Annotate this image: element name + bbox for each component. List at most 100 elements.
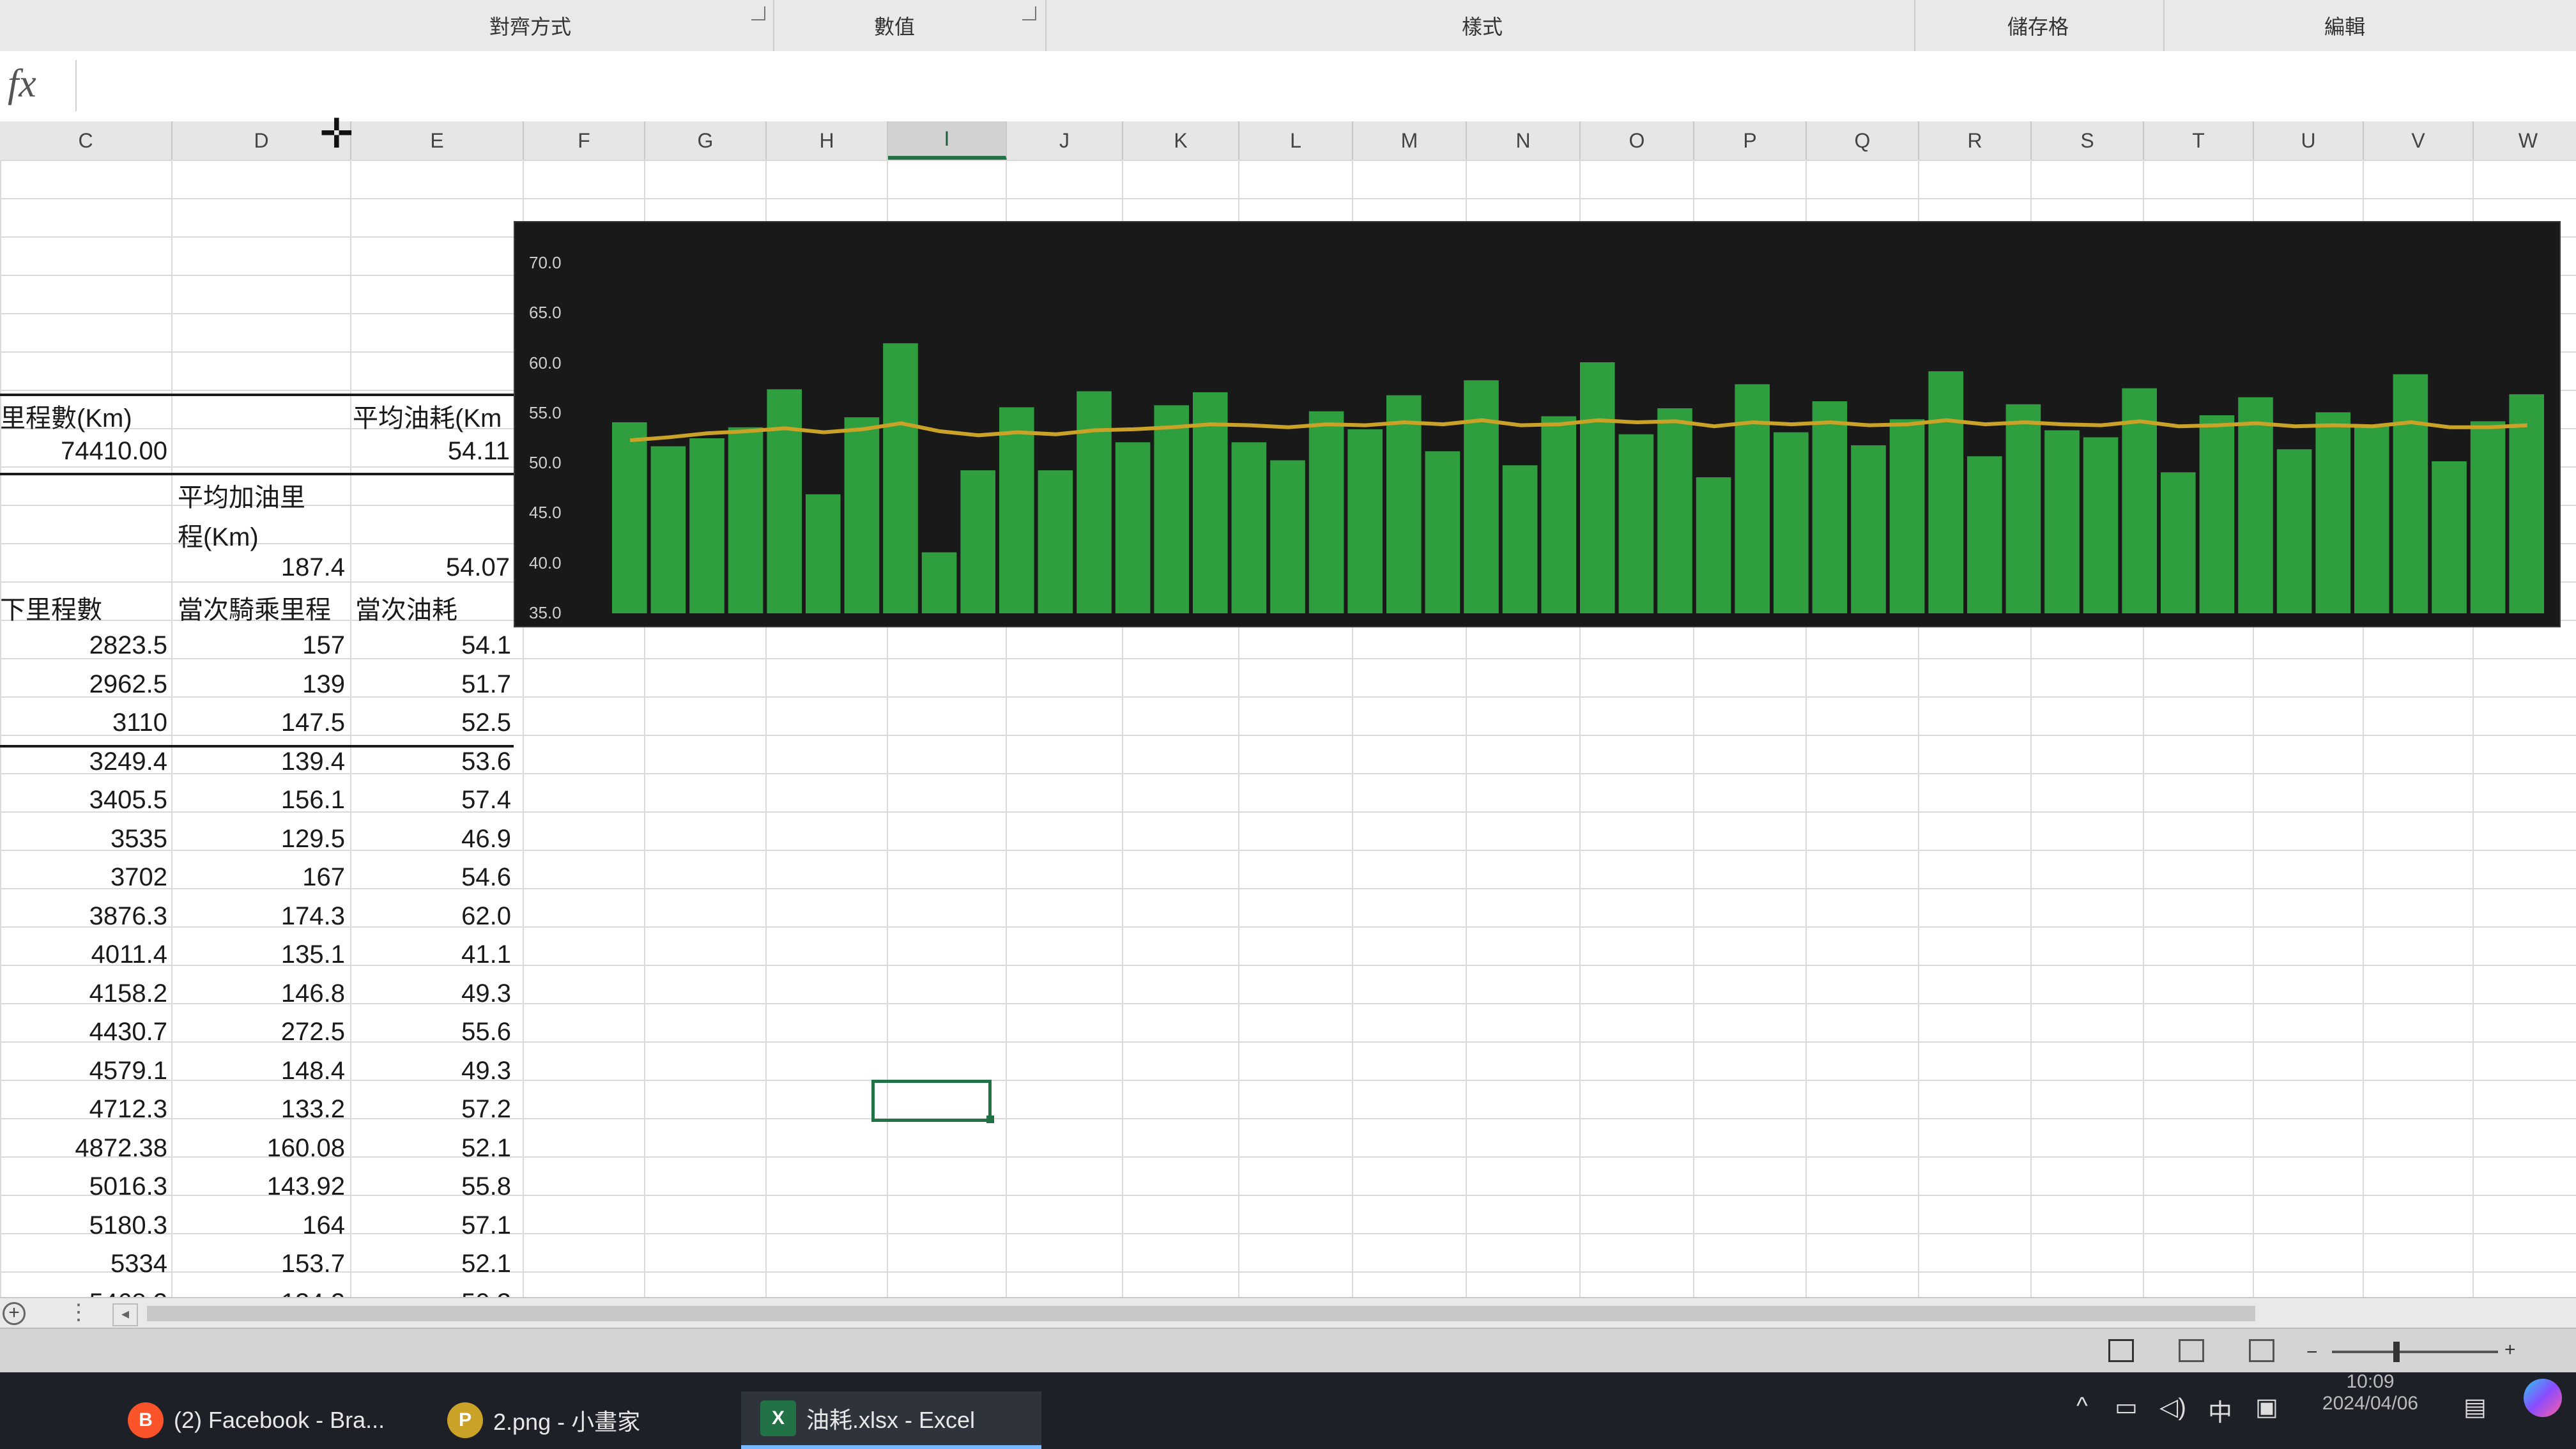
cell-odometer[interactable]: 3876.3	[0, 902, 167, 931]
cell-trip-consumption[interactable]: 46.9	[355, 825, 511, 854]
cell-odometer[interactable]: 3702	[0, 863, 167, 892]
ribbon-group-cells[interactable]: 儲存格	[1917, 0, 2159, 51]
cell-odometer[interactable]: 5334	[0, 1250, 167, 1278]
taskbar-clock[interactable]: 10:09 2024/04/06	[2313, 1371, 2428, 1414]
cell-odometer[interactable]: 3110	[0, 709, 167, 737]
cell-trip-mileage[interactable]: 157	[178, 631, 345, 660]
ribbon-group-number[interactable]: 數值	[799, 0, 990, 51]
scroll-left-icon[interactable]: ◂	[112, 1303, 138, 1326]
ime-indicator[interactable]: 中	[2208, 1393, 2232, 1428]
column-header-p[interactable]: P	[1694, 121, 1807, 160]
column-header-j[interactable]: J	[1007, 121, 1123, 160]
taskbar-item-facebook[interactable]: B (2) Facebook - Bra...	[128, 1392, 385, 1449]
cell-trip-consumption[interactable]: 55.6	[355, 1018, 511, 1046]
cell-trip-consumption[interactable]: 51.7	[355, 670, 511, 699]
zoom-slider-thumb[interactable]	[2393, 1342, 2400, 1362]
cell-trip-mileage[interactable]: 272.5	[178, 1018, 345, 1046]
cell-trip-mileage[interactable]: 135.1	[178, 940, 345, 969]
cell-trip-consumption[interactable]: 54.1	[355, 631, 511, 660]
cell-trip-mileage[interactable]: 164	[178, 1211, 345, 1240]
column-header-t[interactable]: T	[2144, 121, 2254, 160]
fill-handle[interactable]	[986, 1116, 994, 1123]
cell-trip-consumption[interactable]: 55.8	[355, 1172, 511, 1201]
cell-trip-mileage[interactable]: 134.2	[178, 1289, 345, 1298]
cell-trip-mileage[interactable]: 156.1	[178, 786, 345, 815]
cell-trip-consumption[interactable]: 54.6	[355, 863, 511, 892]
function-icon[interactable]: fx	[8, 61, 36, 107]
cell-odometer[interactable]: 4430.7	[0, 1018, 167, 1046]
cell-odometer[interactable]: 3535	[0, 825, 167, 854]
cell-trip-consumption[interactable]: 52.1	[355, 1250, 511, 1278]
cell-trip-mileage[interactable]: 139	[178, 670, 345, 699]
cell-trip-mileage[interactable]: 174.3	[178, 902, 345, 931]
cell-trip-consumption[interactable]: 57.4	[355, 786, 511, 815]
cell-trip-mileage[interactable]: 146.8	[178, 979, 345, 1008]
ribbon-group-alignment[interactable]: 對齊方式	[434, 0, 626, 51]
taskbar-item-paint[interactable]: P 2.png - 小畫家	[447, 1392, 640, 1449]
column-header-c[interactable]: C	[0, 121, 172, 160]
cell-trip-consumption[interactable]: 57.1	[355, 1211, 511, 1240]
cell-trip-mileage[interactable]: 147.5	[178, 709, 345, 737]
header-odometer[interactable]: 下里程數	[0, 589, 172, 626]
cell-odometer[interactable]: 5016.3	[0, 1172, 167, 1201]
avg-refuel-label[interactable]: 平均加油里	[178, 477, 350, 514]
header-trip-mileage[interactable]: 當次騎乘里程	[178, 589, 350, 626]
fuel-consumption-chart[interactable]: 70.0 65.0 60.0 55.0 50.0 45.0 40.0 35.0	[514, 221, 2561, 627]
avg-refuel-label-unit[interactable]: 程(Km)	[178, 516, 350, 553]
column-header-s[interactable]: S	[2032, 121, 2144, 160]
page-break-view-icon[interactable]	[2249, 1339, 2274, 1362]
volume-icon[interactable]: ◁)	[2159, 1393, 2186, 1422]
column-header-e[interactable]: E	[351, 121, 524, 160]
column-header-m[interactable]: M	[1353, 121, 1467, 160]
cell-trip-consumption[interactable]: 52.5	[355, 709, 511, 737]
cell-trip-mileage[interactable]: 148.4	[178, 1057, 345, 1085]
column-header-v[interactable]: V	[2364, 121, 2474, 160]
cell-odometer[interactable]: 3249.4	[0, 747, 167, 776]
copilot-icon[interactable]	[2524, 1379, 2562, 1417]
cell-odometer[interactable]: 5468.2	[0, 1289, 167, 1298]
ribbon-group-styles[interactable]: 樣式	[1367, 0, 1597, 51]
cell-trip-mileage[interactable]: 129.5	[178, 825, 345, 854]
column-header-u[interactable]: U	[2254, 121, 2364, 160]
scroll-thumb[interactable]	[147, 1306, 2255, 1321]
add-sheet-icon[interactable]: +	[3, 1302, 26, 1325]
cell-trip-mileage[interactable]: 160.08	[178, 1134, 345, 1163]
avg-consumption-value[interactable]: 54.11	[353, 437, 510, 466]
column-header-n[interactable]: N	[1467, 121, 1581, 160]
show-hidden-icons-icon[interactable]: ^	[2076, 1393, 2088, 1420]
notification-icon[interactable]: ▤	[2464, 1393, 2487, 1422]
cell-odometer[interactable]: 4579.1	[0, 1057, 167, 1085]
cell-odometer[interactable]: 4872.38	[0, 1134, 167, 1163]
total-mileage-label[interactable]: 里程數(Km)	[0, 397, 192, 434]
dialog-launcher-icon[interactable]	[1022, 6, 1036, 20]
page-layout-view-icon[interactable]	[2179, 1339, 2204, 1362]
cell-trip-consumption[interactable]: 49.3	[355, 1057, 511, 1085]
more-sheets-icon[interactable]: ⋮	[68, 1300, 89, 1325]
cell-trip-consumption[interactable]: 41.1	[355, 940, 511, 969]
cell-trip-consumption[interactable]: 53.6	[355, 747, 511, 776]
cell-odometer[interactable]: 4712.3	[0, 1095, 167, 1124]
cell-trip-mileage[interactable]: 143.92	[178, 1172, 345, 1201]
ribbon-group-editing[interactable]: 編輯	[2230, 0, 2460, 51]
cell-odometer[interactable]: 4158.2	[0, 979, 167, 1008]
column-header-q[interactable]: Q	[1807, 121, 1919, 160]
column-header-f[interactable]: F	[524, 121, 645, 160]
cell-trip-consumption[interactable]: 49.3	[355, 979, 511, 1008]
avg-refuel-consumption-value[interactable]: 54.07	[353, 553, 510, 582]
cell-trip-mileage[interactable]: 139.4	[178, 747, 345, 776]
cell-odometer[interactable]: 4011.4	[0, 940, 167, 969]
column-header-k[interactable]: K	[1123, 121, 1239, 160]
cell-trip-mileage[interactable]: 167	[178, 863, 345, 892]
zoom-slider[interactable]	[2332, 1351, 2498, 1353]
normal-view-icon[interactable]	[2108, 1339, 2134, 1362]
column-header-l[interactable]: L	[1239, 121, 1353, 160]
dialog-launcher-icon[interactable]	[751, 6, 765, 20]
active-cell[interactable]	[871, 1080, 992, 1122]
network-icon[interactable]: ▭	[2115, 1393, 2138, 1422]
column-header-g[interactable]: G	[645, 121, 767, 160]
cell-odometer[interactable]: 3405.5	[0, 786, 167, 815]
column-header-o[interactable]: O	[1581, 121, 1694, 160]
header-trip-consumption[interactable]: 當次油耗	[355, 589, 514, 626]
zoom-out-icon[interactable]: −	[2306, 1342, 2318, 1363]
cell-odometer[interactable]: 2823.5	[0, 631, 167, 660]
